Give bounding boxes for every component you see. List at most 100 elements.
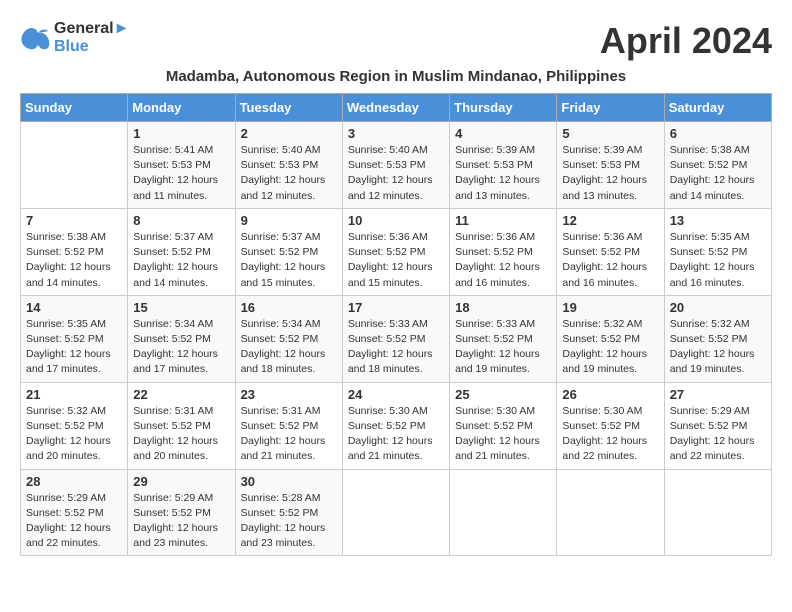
logo: General► Blue — [20, 20, 129, 56]
calendar-cell: 27 Sunrise: 5:29 AMSunset: 5:52 PMDayligh… — [664, 382, 771, 469]
day-info: Sunrise: 5:31 AMSunset: 5:52 PMDaylight:… — [133, 404, 229, 465]
day-info: Sunrise: 5:39 AMSunset: 5:53 PMDaylight:… — [562, 143, 658, 204]
calendar-cell: 12 Sunrise: 5:36 AMSunset: 5:52 PMDayligh… — [557, 208, 664, 295]
day-info: Sunrise: 5:37 AMSunset: 5:52 PMDaylight:… — [241, 230, 337, 291]
day-info: Sunrise: 5:29 AMSunset: 5:52 PMDaylight:… — [26, 491, 122, 552]
calendar-cell — [450, 469, 557, 556]
day-number: 6 — [670, 126, 766, 141]
calendar-cell: 14Sunrise: 5:35 AMSunset: 5:52 PMDayligh… — [21, 295, 128, 382]
day-header-saturday: Saturday — [664, 94, 771, 122]
calendar-cell — [342, 469, 449, 556]
day-number: 23 — [241, 387, 337, 402]
calendar-cell: 23 Sunrise: 5:31 AMSunset: 5:52 PMDayligh… — [235, 382, 342, 469]
day-header-friday: Friday — [557, 94, 664, 122]
calendar-cell: 6 Sunrise: 5:38 AMSunset: 5:52 PMDaylight… — [664, 122, 771, 209]
day-number: 28 — [26, 474, 122, 489]
day-info: Sunrise: 5:29 AMSunset: 5:52 PMDaylight:… — [670, 404, 766, 465]
calendar-cell: 29Sunrise: 5:29 AMSunset: 5:52 PMDayligh… — [128, 469, 235, 556]
day-number: 8 — [133, 213, 229, 228]
day-number: 12 — [562, 213, 658, 228]
calendar-cell: 18 Sunrise: 5:33 AMSunset: 5:52 PMDayligh… — [450, 295, 557, 382]
day-info: Sunrise: 5:36 AMSunset: 5:52 PMDaylight:… — [562, 230, 658, 291]
calendar-cell: 10 Sunrise: 5:36 AMSunset: 5:52 PMDayligh… — [342, 208, 449, 295]
day-number: 16 — [241, 300, 337, 315]
calendar-cell: 11 Sunrise: 5:36 AMSunset: 5:52 PMDayligh… — [450, 208, 557, 295]
calendar-cell: 1 Sunrise: 5:41 AMSunset: 5:53 PMDaylight… — [128, 122, 235, 209]
calendar-cell: 5 Sunrise: 5:39 AMSunset: 5:53 PMDaylight… — [557, 122, 664, 209]
day-number: 9 — [241, 213, 337, 228]
calendar-cell: 3Sunrise: 5:40 AMSunset: 5:53 PMDaylight… — [342, 122, 449, 209]
day-header-monday: Monday — [128, 94, 235, 122]
calendar-cell: 15 Sunrise: 5:34 AMSunset: 5:52 PMDayligh… — [128, 295, 235, 382]
day-info: Sunrise: 5:31 AMSunset: 5:52 PMDaylight:… — [241, 404, 337, 465]
calendar-cell: 26 Sunrise: 5:30 AMSunset: 5:52 PMDayligh… — [557, 382, 664, 469]
day-number: 18 — [455, 300, 551, 315]
calendar-cell — [557, 469, 664, 556]
day-number: 25 — [455, 387, 551, 402]
calendar-cell: 20Sunrise: 5:32 AMSunset: 5:52 PMDayligh… — [664, 295, 771, 382]
day-header-wednesday: Wednesday — [342, 94, 449, 122]
day-info: Sunrise: 5:36 AMSunset: 5:52 PMDaylight:… — [455, 230, 551, 291]
day-info: Sunrise: 5:30 AMSunset: 5:52 PMDaylight:… — [348, 404, 444, 465]
day-info: Sunrise: 5:34 AMSunset: 5:52 PMDaylight:… — [133, 317, 229, 378]
day-number: 2 — [241, 126, 337, 141]
day-info: Sunrise: 5:38 AMSunset: 5:52 PMDaylight:… — [670, 143, 766, 204]
day-number: 3 — [348, 126, 444, 141]
day-info: Sunrise: 5:30 AMSunset: 5:52 PMDaylight:… — [562, 404, 658, 465]
day-info: Sunrise: 5:35 AMSunset: 5:52 PMDaylight:… — [670, 230, 766, 291]
calendar-cell: 25 Sunrise: 5:30 AMSunset: 5:52 PMDayligh… — [450, 382, 557, 469]
day-info: Sunrise: 5:41 AMSunset: 5:53 PMDaylight:… — [133, 143, 229, 204]
day-info: Sunrise: 5:32 AMSunset: 5:52 PMDaylight:… — [26, 404, 122, 465]
calendar-cell: 2 Sunrise: 5:40 AMSunset: 5:53 PMDaylight… — [235, 122, 342, 209]
subtitle: Madamba, Autonomous Region in Muslim Min… — [20, 68, 772, 85]
day-number: 21 — [26, 387, 122, 402]
day-number: 1 — [133, 126, 229, 141]
day-number: 5 — [562, 126, 658, 141]
month-title: April 2024 — [600, 20, 772, 62]
calendar-cell: 7 Sunrise: 5:38 AMSunset: 5:52 PMDaylight… — [21, 208, 128, 295]
calendar-cell: 13 Sunrise: 5:35 AMSunset: 5:52 PMDayligh… — [664, 208, 771, 295]
logo-icon — [20, 24, 50, 52]
day-number: 14 — [26, 300, 122, 315]
day-number: 15 — [133, 300, 229, 315]
calendar-cell: 16 Sunrise: 5:34 AMSunset: 5:52 PMDayligh… — [235, 295, 342, 382]
day-number: 10 — [348, 213, 444, 228]
day-info: Sunrise: 5:29 AMSunset: 5:52 PMDaylight:… — [133, 491, 229, 552]
calendar-cell: 30 Sunrise: 5:28 AMSunset: 5:52 PMDayligh… — [235, 469, 342, 556]
day-info: Sunrise: 5:36 AMSunset: 5:52 PMDaylight:… — [348, 230, 444, 291]
calendar-cell: 21 Sunrise: 5:32 AMSunset: 5:52 PMDayligh… — [21, 382, 128, 469]
day-info: Sunrise: 5:32 AMSunset: 5:52 PMDaylight:… — [562, 317, 658, 378]
day-info: Sunrise: 5:30 AMSunset: 5:52 PMDaylight:… — [455, 404, 551, 465]
day-info: Sunrise: 5:28 AMSunset: 5:52 PMDaylight:… — [241, 491, 337, 552]
day-header-sunday: Sunday — [21, 94, 128, 122]
calendar-cell: 9 Sunrise: 5:37 AMSunset: 5:52 PMDaylight… — [235, 208, 342, 295]
day-info: Sunrise: 5:34 AMSunset: 5:52 PMDaylight:… — [241, 317, 337, 378]
day-info: Sunrise: 5:40 AMSunset: 5:53 PMDaylight:… — [241, 143, 337, 204]
day-number: 24 — [348, 387, 444, 402]
calendar-cell: 19 Sunrise: 5:32 AMSunset: 5:52 PMDayligh… — [557, 295, 664, 382]
day-number: 20 — [670, 300, 766, 315]
day-number: 27 — [670, 387, 766, 402]
logo-text: General► Blue — [54, 20, 129, 56]
day-number: 26 — [562, 387, 658, 402]
calendar-cell: 8 Sunrise: 5:37 AMSunset: 5:52 PMDaylight… — [128, 208, 235, 295]
header: General► Blue April 2024 — [20, 20, 772, 62]
day-info: Sunrise: 5:33 AMSunset: 5:52 PMDaylight:… — [455, 317, 551, 378]
day-header-thursday: Thursday — [450, 94, 557, 122]
calendar-cell: 4Sunrise: 5:39 AMSunset: 5:53 PMDaylight… — [450, 122, 557, 209]
calendar-cell — [664, 469, 771, 556]
day-info: Sunrise: 5:33 AMSunset: 5:52 PMDaylight:… — [348, 317, 444, 378]
day-info: Sunrise: 5:38 AMSunset: 5:52 PMDaylight:… — [26, 230, 122, 291]
day-number: 19 — [562, 300, 658, 315]
day-number: 4 — [455, 126, 551, 141]
day-number: 7 — [26, 213, 122, 228]
calendar-cell: 17Sunrise: 5:33 AMSunset: 5:52 PMDayligh… — [342, 295, 449, 382]
day-number: 22 — [133, 387, 229, 402]
calendar-cell: 24 Sunrise: 5:30 AMSunset: 5:52 PMDayligh… — [342, 382, 449, 469]
calendar-cell: 28 Sunrise: 5:29 AMSunset: 5:52 PMDayligh… — [21, 469, 128, 556]
day-info: Sunrise: 5:37 AMSunset: 5:52 PMDaylight:… — [133, 230, 229, 291]
calendar: SundayMondayTuesdayWednesdayThursdayFrid… — [20, 93, 772, 556]
day-number: 30 — [241, 474, 337, 489]
day-number: 13 — [670, 213, 766, 228]
day-number: 11 — [455, 213, 551, 228]
